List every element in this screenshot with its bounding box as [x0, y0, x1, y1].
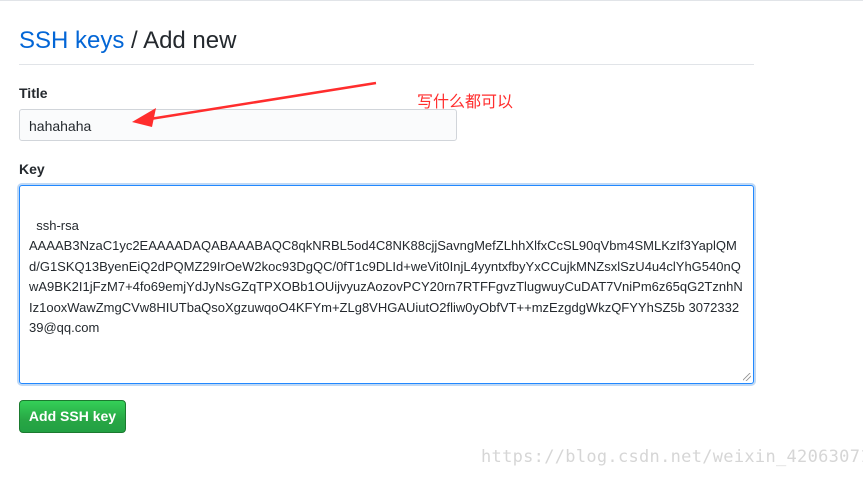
key-textarea-value: ssh-rsa AAAAB3NzaC1yc2EAAAADAQABAAABAQC8… [29, 217, 743, 336]
annotation-text: 写什么都可以 [417, 92, 514, 111]
key-label: Key [19, 161, 45, 177]
watermark: https://blog.csdn.net/weixin_42063071 [481, 447, 863, 467]
page-header: SSH keys / Add new [19, 24, 754, 65]
breadcrumb-separator: / [131, 27, 138, 54]
resize-handle-icon[interactable] [743, 373, 751, 381]
breadcrumb-ssh-keys-link[interactable]: SSH keys [19, 27, 124, 54]
key-textarea[interactable]: ssh-rsa AAAAB3NzaC1yc2EAAAADAQABAAABAQC8… [19, 185, 754, 384]
top-divider [0, 0, 863, 1]
title-label: Title [19, 85, 48, 101]
page-title: Add new [143, 27, 237, 54]
title-input[interactable]: hahahaha [19, 109, 457, 141]
add-ssh-key-button[interactable]: Add SSH key [19, 400, 126, 433]
